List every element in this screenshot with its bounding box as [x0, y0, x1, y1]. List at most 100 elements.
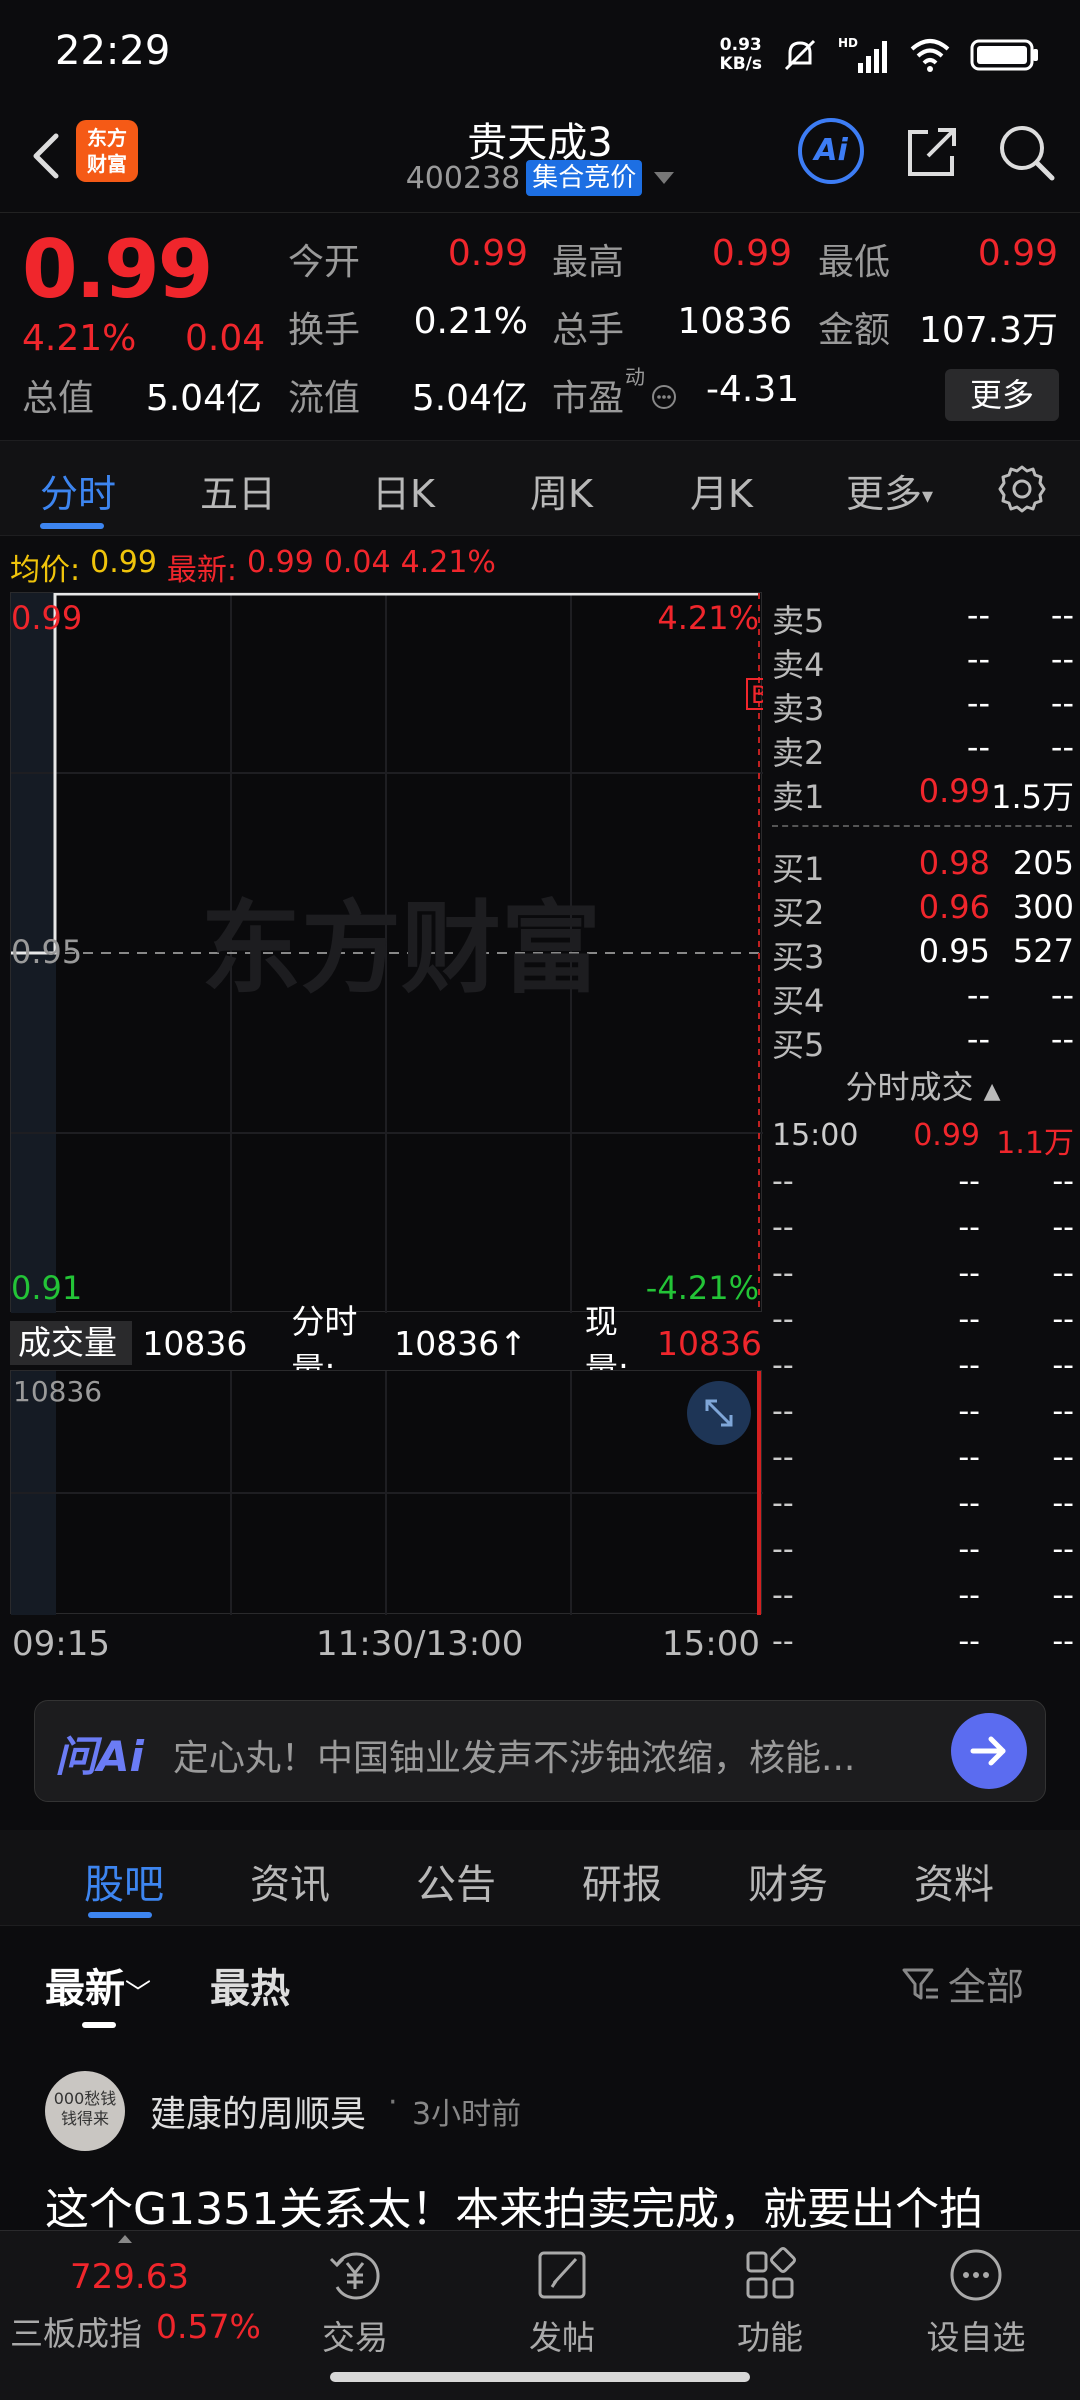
market-cap-label: 总值 [22, 378, 95, 419]
tab-five-day[interactable]: 五日 [200, 463, 276, 518]
more-dots-icon [950, 2249, 1002, 2301]
status-bar: 22:29 0.93 KB/s HD [0, 0, 1080, 110]
gear-icon[interactable] [996, 463, 1048, 515]
chevron-down-icon: ﹀ [125, 1979, 152, 2009]
status-icons: 0.93 KB/s HD [720, 30, 1040, 80]
sort-hot[interactable]: 最热 [210, 1956, 290, 2014]
period-volume-value: 10836↑ [394, 1323, 527, 1363]
nav-trade[interactable]: 交易 [295, 2241, 415, 2359]
arrow-right-icon [970, 1736, 1006, 1766]
tab-daily-k[interactable]: 日K [372, 463, 435, 518]
ai-go-button[interactable] [951, 1713, 1027, 1789]
trade-row: -- -- -- [772, 1440, 1074, 1475]
amount-label: 金额 [818, 310, 891, 351]
market-cap-value: 5.04亿 [145, 378, 262, 419]
ai-assistant-button[interactable]: Ai [798, 118, 864, 184]
filter-all[interactable]: 全部 [900, 1956, 1024, 2011]
sort-underline [82, 2022, 116, 2028]
trade-row: -- -- -- [772, 1210, 1074, 1245]
trade-row: 15:00 0.99 1.1万 [772, 1118, 1074, 1161]
mute-bell-icon [784, 39, 816, 71]
float-cap-label: 流值 [288, 378, 361, 419]
tab-guba[interactable]: 股吧 [84, 1852, 164, 1910]
bid-row: 买5 -- -- [772, 1020, 1074, 1064]
avatar[interactable]: 000愁钱 钱得来 [45, 2071, 125, 2151]
tab-news[interactable]: 资讯 [250, 1852, 330, 1910]
tab-intraday[interactable]: 分时 [40, 463, 116, 518]
tab-announcements[interactable]: 公告 [416, 1852, 496, 1910]
post-author[interactable]: 建康的周顺昊 [150, 2085, 366, 2137]
tab-more[interactable]: 更多▾ [846, 463, 933, 518]
float-cap-value: 5.04亿 [411, 378, 528, 419]
ask-row: 卖5 -- -- [772, 596, 1074, 640]
stock-header: 东方 财富 贵天成3 400238 集合竞价 Ai [0, 110, 1080, 210]
watermark: 东方财富 [201, 890, 601, 1007]
orderbook-divider [772, 825, 1072, 827]
home-indicator[interactable] [330, 2372, 750, 2382]
trades-title[interactable]: 分时成交 ▲ [766, 1062, 1080, 1108]
total-volume-value: 10836 [677, 301, 792, 342]
post-item[interactable]: 000愁钱 钱得来 建康的周顺昊 · 3小时前 这个G1351关系太！本来拍卖完… [0, 2045, 1080, 2235]
chevron-down-icon[interactable] [654, 172, 675, 184]
total-volume-label: 总手 [552, 310, 625, 351]
filter-icon [902, 1968, 938, 1999]
search-icon[interactable] [994, 120, 1058, 184]
index-value[interactable]: 729.63 [70, 2257, 189, 2297]
ai-ask-bar[interactable]: 问Ai 定心丸！中国铀业发声不涉铀浓缩，核能... [34, 1700, 1046, 1802]
sort-newest[interactable]: 最新﹀ [45, 1956, 151, 2014]
ask-row: 卖2 -- -- [772, 728, 1074, 772]
network-speed: 0.93 KB/s [719, 35, 762, 74]
auction-badge[interactable]: 集合竞价 [526, 160, 643, 196]
tab-monthly-k[interactable]: 月K [690, 463, 753, 518]
y-axis-top-label: 0.99 [11, 599, 83, 637]
bid-row: 买1 0.98 205 [772, 844, 1074, 888]
intraday-price-chart[interactable]: 东方财富 B 0.99 0.95 0.91 4.21% -4.21% [10, 592, 763, 1313]
tab-profile[interactable]: 资料 [914, 1852, 994, 1910]
bid-row: 买4 -- -- [772, 976, 1074, 1020]
high-label: 最高 [552, 242, 625, 283]
wifi-icon [910, 39, 950, 72]
post-filter-row: 最新﹀ 最热 全部 [0, 1930, 1080, 2030]
time-axis-mid: 11:30/13:00 [316, 1624, 524, 1664]
post-text[interactable]: 这个G1351关系太！本来拍卖完成，就要出个拍 [45, 2173, 983, 2237]
volume-header: 成交量 ▾ 10836 分时量: 10836↑ 现量: 10836 [10, 1302, 762, 1409]
index-change-pct: 0.57% [156, 2307, 261, 2346]
pe-value: -4.31 [706, 369, 800, 410]
avg-price-value: 0.99 [90, 545, 157, 580]
tab-finance[interactable]: 财务 [748, 1852, 828, 1910]
turnover-value: 0.21% [413, 301, 528, 342]
tab-underline [88, 1912, 152, 1918]
change-percent: 4.21% [22, 318, 137, 359]
grid-apps-icon [746, 2247, 796, 2299]
ask-row: 卖1 0.99 1.5万 [772, 772, 1074, 816]
latest-label: 最新: [166, 553, 238, 588]
index-name[interactable]: 三板成指 [10, 2307, 142, 2355]
price-chart-svg: 东方财富 B [11, 593, 763, 1313]
nav-add-watchlist[interactable]: 设自选 [916, 2241, 1036, 2359]
tab-weekly-k[interactable]: 周K [530, 463, 593, 518]
info-dots-icon[interactable] [650, 383, 678, 411]
ask-row: 卖4 -- -- [772, 640, 1074, 684]
trade-row: -- -- -- [772, 1486, 1074, 1521]
ask-ai-logo: 问Ai [55, 1732, 144, 1781]
nav-functions[interactable]: 功能 [710, 2241, 830, 2359]
nav-post[interactable]: 发帖 [502, 2241, 622, 2359]
open-value: 0.99 [447, 233, 528, 274]
more-quote-button[interactable]: 更多 [945, 369, 1059, 421]
high-value: 0.99 [711, 233, 792, 274]
turnover-label: 换手 [288, 310, 361, 351]
tab-research[interactable]: 研报 [582, 1852, 662, 1910]
volume-chart[interactable]: 10836 [10, 1370, 763, 1615]
section-tabs: 股吧 资讯 公告 研报 财务 资料 [0, 1830, 1080, 1926]
bid-row: 买3 0.95 527 [772, 932, 1074, 976]
share-icon[interactable] [900, 120, 964, 184]
trade-row: -- -- -- [772, 1578, 1074, 1613]
latest-value: 0.99 [247, 545, 314, 580]
trade-row: -- -- -- [772, 1348, 1074, 1383]
current-price: 0.99 [22, 223, 213, 316]
bid-row: 买2 0.96 300 [772, 888, 1074, 932]
volume-indicator-dropdown[interactable]: 成交量 ▾ [10, 1321, 133, 1409]
status-time: 22:29 [55, 28, 171, 74]
pe-dynamic-superscript: 动 [625, 365, 645, 389]
ai-news-prompt[interactable]: 定心丸！中国铀业发声不涉铀浓缩，核能... [173, 1729, 953, 1781]
